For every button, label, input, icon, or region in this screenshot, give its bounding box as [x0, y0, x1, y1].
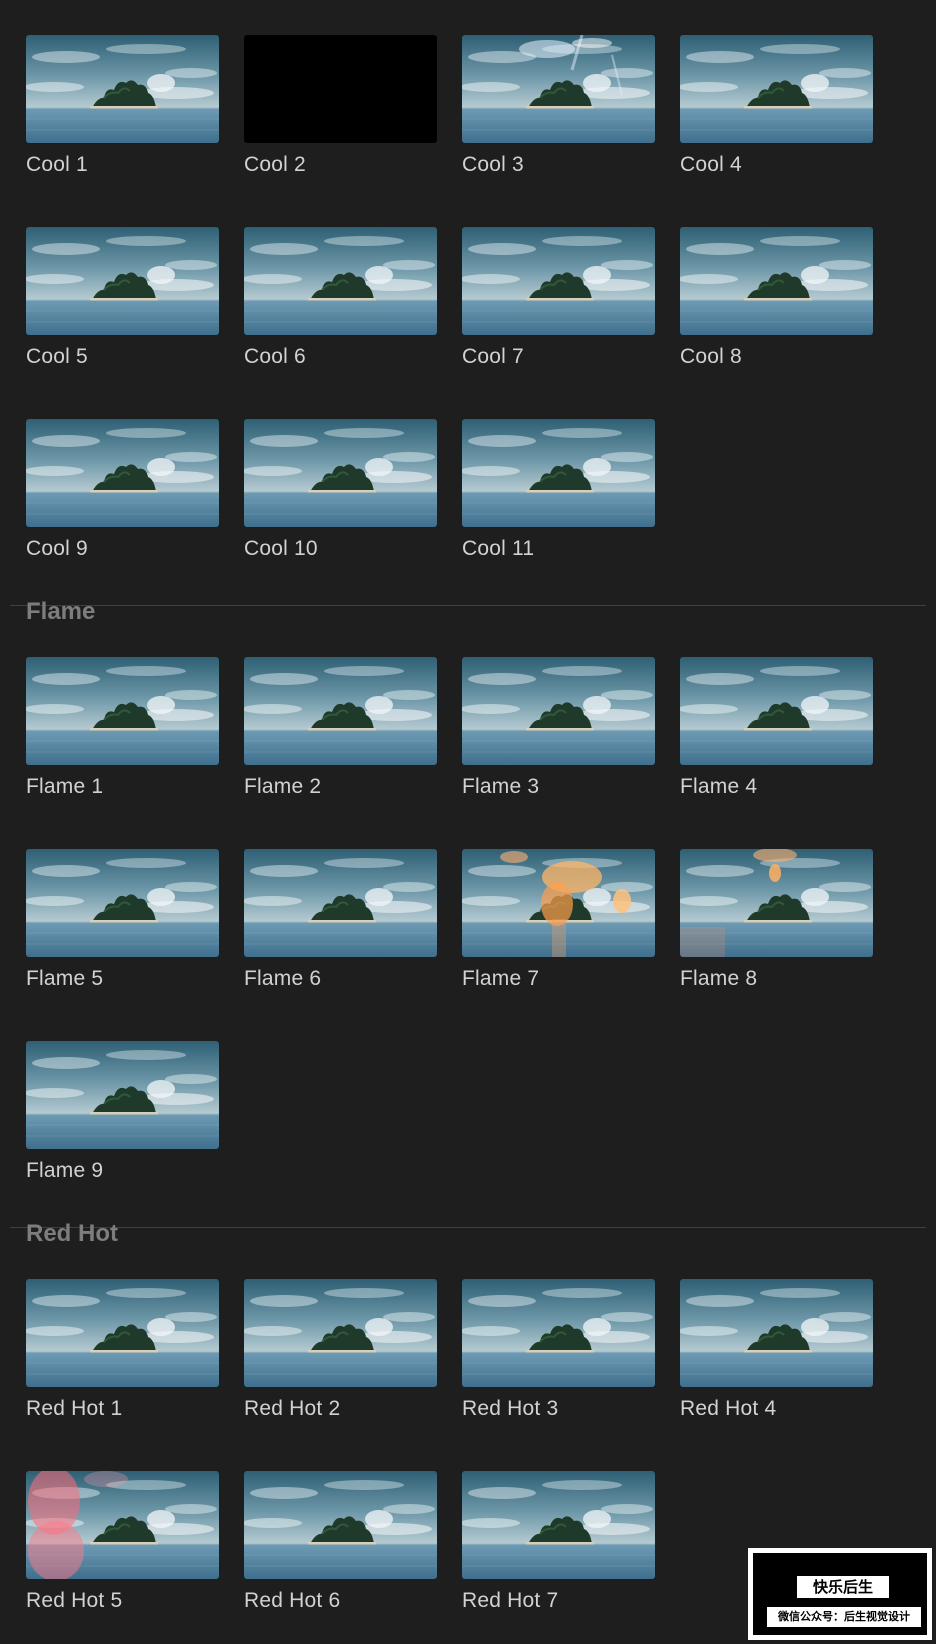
- effect-label: Red Hot 4: [680, 1397, 777, 1420]
- effect-thumbnail[interactable]: [26, 657, 219, 765]
- section-title: Red Hot: [26, 1220, 118, 1247]
- effect-thumbnail[interactable]: [680, 35, 873, 143]
- watermark-logo: 快乐后生: [797, 1576, 889, 1598]
- effect-thumbnail[interactable]: [462, 1279, 655, 1387]
- effect-thumbnail[interactable]: [680, 227, 873, 335]
- watermark-subtitle: 微信公众号：后生视觉设计: [767, 1607, 921, 1627]
- effect-label: Cool 7: [462, 345, 524, 368]
- effect-thumbnail[interactable]: [680, 849, 873, 957]
- effect-thumbnail[interactable]: [462, 1471, 655, 1579]
- effect-thumbnail[interactable]: [26, 1041, 219, 1149]
- effect-thumbnail[interactable]: [462, 227, 655, 335]
- effect-thumbnail[interactable]: [462, 849, 655, 957]
- section-divider: [10, 1227, 926, 1228]
- effect-label: Cool 9: [26, 537, 88, 560]
- effect-label: Cool 4: [680, 153, 742, 176]
- effect-label: Cool 1: [26, 153, 88, 176]
- effect-thumbnail[interactable]: [462, 419, 655, 527]
- effect-label: Flame 8: [680, 967, 758, 990]
- effect-thumbnail[interactable]: [244, 849, 437, 957]
- effect-thumbnail[interactable]: [680, 1279, 873, 1387]
- effect-label: Red Hot 6: [244, 1589, 341, 1612]
- effect-label: Flame 4: [680, 775, 758, 798]
- effect-label: Flame 7: [462, 967, 540, 990]
- effect-label: Cool 6: [244, 345, 306, 368]
- effect-label: Cool 5: [26, 345, 88, 368]
- effect-thumbnail[interactable]: [244, 35, 437, 143]
- effect-label: Red Hot 2: [244, 1397, 341, 1420]
- effect-thumbnail[interactable]: [26, 849, 219, 957]
- effect-thumbnail[interactable]: [244, 1279, 437, 1387]
- effect-thumbnail[interactable]: [462, 35, 655, 143]
- effect-label: Cool 3: [462, 153, 524, 176]
- effect-thumbnail[interactable]: [244, 657, 437, 765]
- effect-thumbnail[interactable]: [680, 657, 873, 765]
- effect-label: Flame 3: [462, 775, 540, 798]
- effect-label: Red Hot 1: [26, 1397, 123, 1420]
- effects-browser: Cool 1 Cool 2 Cool 3 Cool 4 Cool 5 Cool …: [0, 0, 936, 1644]
- effect-label: Flame 2: [244, 775, 322, 798]
- effect-thumbnail[interactable]: [26, 35, 219, 143]
- effect-label: Flame 6: [244, 967, 322, 990]
- effect-label: Red Hot 3: [462, 1397, 559, 1420]
- effect-label: Cool 8: [680, 345, 742, 368]
- effect-thumbnail[interactable]: [244, 227, 437, 335]
- effect-label: Cool 2: [244, 153, 306, 176]
- effect-thumbnail[interactable]: [26, 419, 219, 527]
- section-divider: [10, 605, 926, 606]
- effect-label: Flame 9: [26, 1159, 104, 1182]
- effect-thumbnail[interactable]: [26, 227, 219, 335]
- effect-label: Flame 5: [26, 967, 104, 990]
- section-title: Flame: [26, 598, 96, 625]
- effect-label: Cool 10: [244, 537, 318, 560]
- effect-thumbnail[interactable]: [244, 419, 437, 527]
- effect-thumbnail[interactable]: [26, 1279, 219, 1387]
- effect-label: Flame 1: [26, 775, 104, 798]
- watermark-inner: 快乐后生 微信公众号：后生视觉设计: [753, 1553, 927, 1635]
- effect-thumbnail[interactable]: [244, 1471, 437, 1579]
- effect-thumbnail[interactable]: [462, 657, 655, 765]
- watermark-badge: 快乐后生 微信公众号：后生视觉设计: [748, 1548, 932, 1640]
- effect-label: Cool 11: [462, 537, 535, 560]
- effect-label: Red Hot 5: [26, 1589, 123, 1612]
- effect-thumbnail[interactable]: [26, 1471, 219, 1579]
- effect-label: Red Hot 7: [462, 1589, 559, 1612]
